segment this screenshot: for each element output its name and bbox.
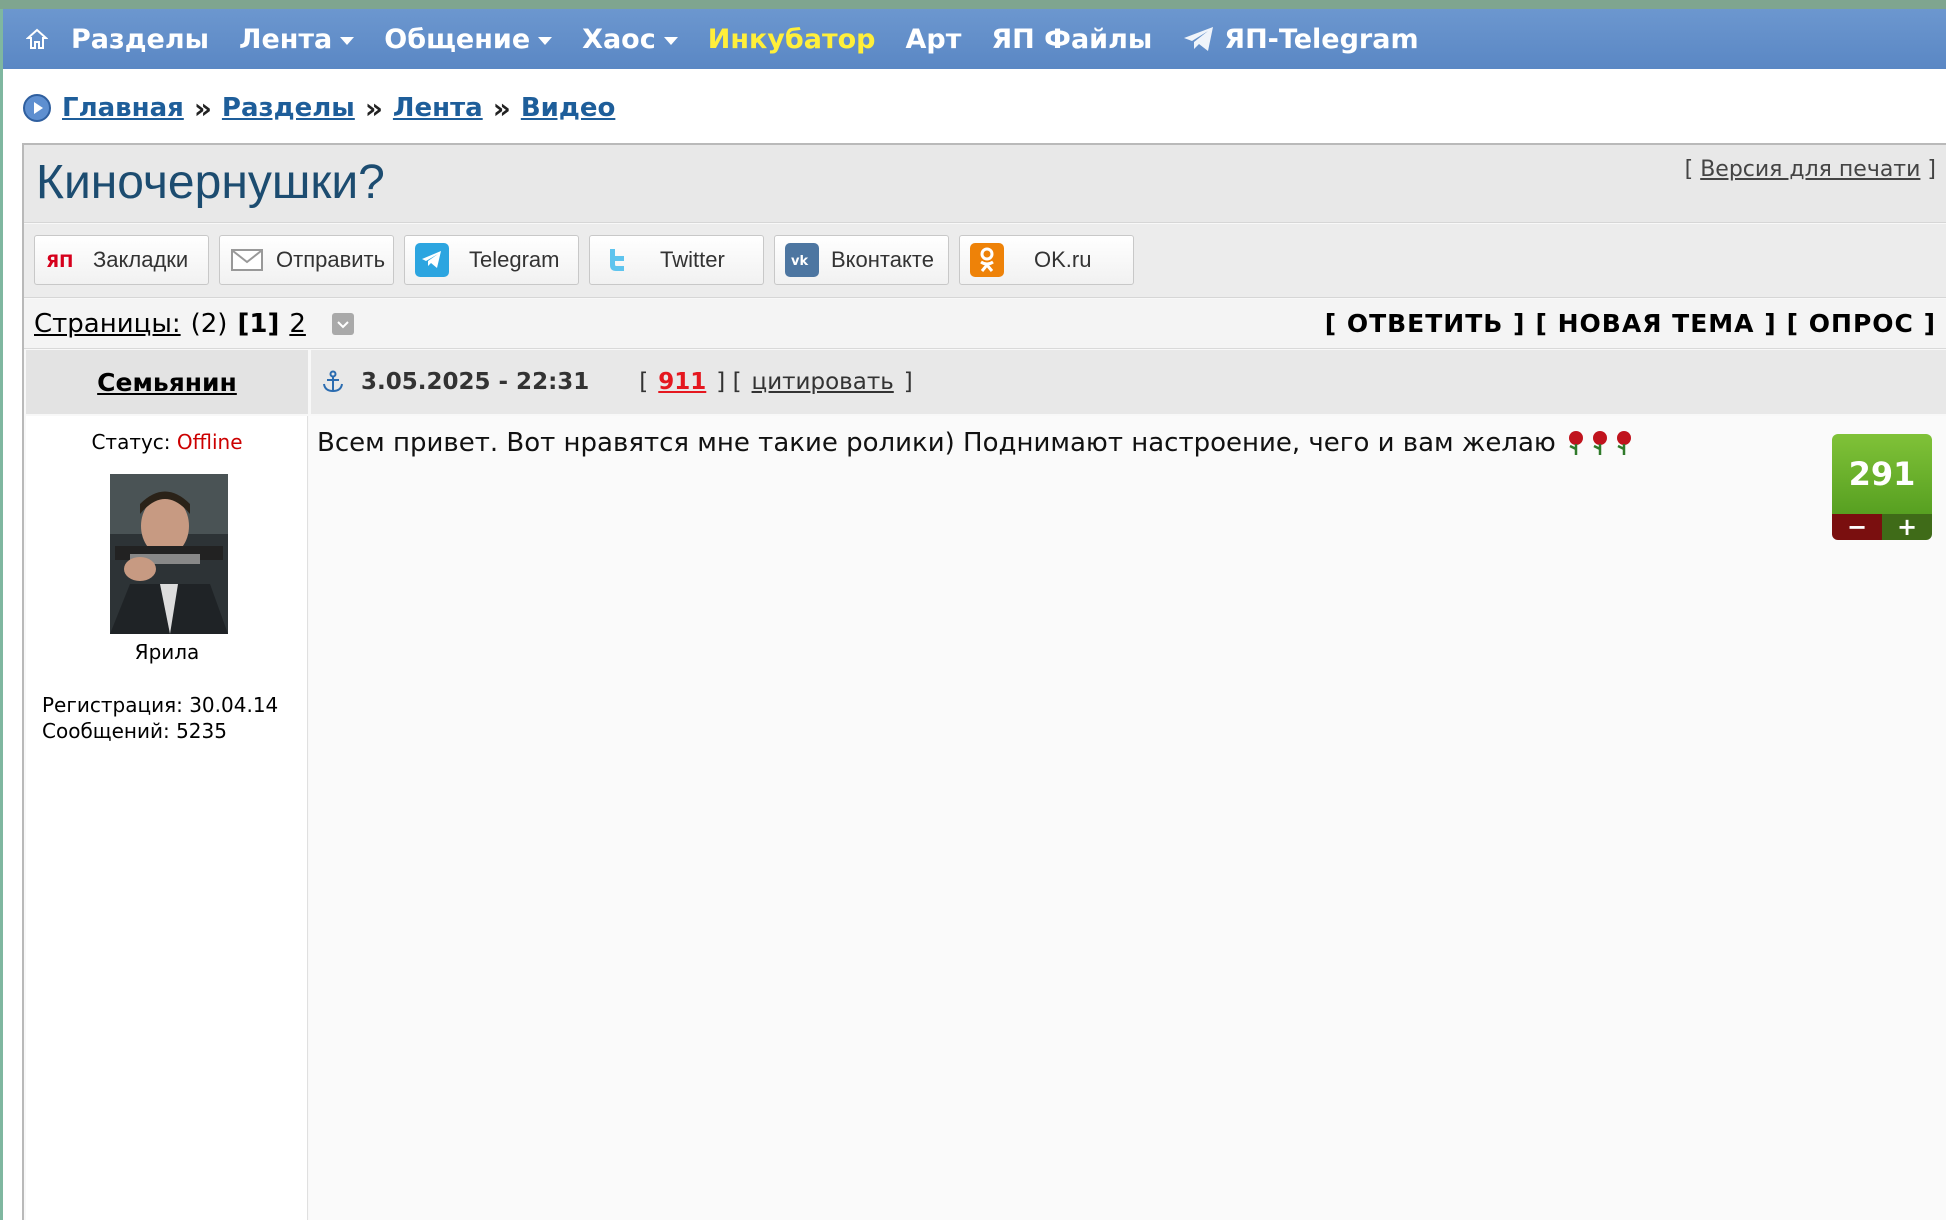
page-2-link[interactable]: 2 [289, 309, 306, 339]
vk-icon: vk [785, 243, 819, 277]
nav-inkubator-label: Инкубатор [707, 23, 876, 55]
home-icon[interactable] [3, 28, 71, 50]
user-stats: Регистрация: 30.04.14 Сообщений: 5235 [42, 692, 278, 744]
rose-icon [1616, 431, 1631, 455]
nav-razdely[interactable]: Разделы [71, 24, 209, 55]
topic-title-bar: Киночернушки? [ Версия для печати ] [24, 145, 1946, 223]
yap-icon: ЯП [45, 243, 81, 277]
share-twitter-button[interactable]: Twitter [589, 235, 764, 285]
anchor-icon[interactable] [321, 370, 345, 394]
rate-plus-button[interactable]: + [1882, 513, 1932, 541]
post-rating: 291 − + [1832, 434, 1932, 544]
rate-minus-button[interactable]: − [1832, 513, 1882, 541]
share-telegram-button[interactable]: Telegram [404, 235, 579, 285]
nav-lenta-label: Лента [239, 23, 333, 55]
nav-inkubator[interactable]: Инкубатор [708, 24, 876, 55]
nav-yap-files[interactable]: ЯП Файлы [991, 24, 1152, 55]
play-circle-icon [23, 94, 51, 122]
telegram-plane-icon [1184, 27, 1214, 51]
twitter-icon [600, 243, 634, 277]
breadcrumb: Главная » Разделы » Лента » Видео [22, 91, 616, 125]
share-telegram-label: Telegram [469, 247, 560, 272]
nav-obshchenie-label: Общение [384, 23, 531, 55]
svg-text:vk: vk [791, 254, 808, 268]
user-messages: Сообщений: 5235 [42, 719, 227, 743]
pages-label[interactable]: Страницы: [34, 309, 181, 339]
rating-controls: − + [1832, 513, 1932, 541]
nav-art[interactable]: Арт [906, 24, 962, 55]
share-bar: ЯП Закладки Отправить Telegram Twitter v… [24, 224, 1946, 298]
mail-icon [230, 243, 264, 277]
caret-down-icon [538, 36, 553, 45]
breadcrumb-separator: » [364, 91, 383, 125]
share-vk-label: Вконтакте [831, 247, 934, 272]
post-number-link[interactable]: 911 [658, 369, 706, 395]
share-bookmarks-label: Закладки [93, 247, 189, 272]
user-status: Статус: Offline [26, 430, 308, 454]
status-value: Offline [176, 430, 243, 454]
caret-down-icon [663, 36, 678, 45]
quote-link[interactable]: цитировать [752, 369, 894, 395]
user-title: Ярила [134, 640, 200, 664]
rose-icon [1568, 431, 1583, 455]
share-ok-label: OK.ru [1034, 247, 1092, 272]
nav-art-label: Арт [905, 23, 962, 55]
post-text: Всем привет. Вот нравятся мне такие роли… [317, 428, 1636, 458]
share-ok-button[interactable]: OK.ru [959, 235, 1134, 285]
svg-text:ЯП: ЯП [46, 252, 73, 270]
poll-button[interactable]: [ ОПРОС ] [1787, 309, 1936, 338]
breadcrumb-razdely[interactable]: Разделы [222, 93, 355, 123]
status-label: Статус: [91, 430, 171, 454]
post-body: Всем привет. Вот нравятся мне такие роли… [309, 416, 1946, 1220]
top-strip [0, 0, 1946, 9]
nav-razdely-label: Разделы [71, 23, 210, 55]
nav-obshchenie[interactable]: Общение [384, 23, 553, 55]
nav-yap-files-label: ЯП Файлы [991, 23, 1153, 55]
print-version-link[interactable]: Версия для печати [1700, 157, 1920, 182]
avatar[interactable] [110, 474, 228, 634]
breadcrumb-video[interactable]: Видео [521, 93, 616, 123]
post-meta-links: [911] [цитировать] [639, 369, 913, 395]
topic-container: Киночернушки? [ Версия для печати ] ЯП З… [22, 143, 1946, 1220]
nav-khaos[interactable]: Хаос [582, 24, 678, 55]
telegram-icon [415, 243, 449, 277]
new-topic-button[interactable]: [ НОВАЯ ТЕМА ] [1535, 309, 1776, 338]
pages-dropdown-icon[interactable] [331, 313, 354, 335]
breadcrumb-lenta[interactable]: Лента [393, 93, 483, 123]
post-meta: 3.05.2025 - 22:31 [911] [цитировать] [311, 350, 1946, 414]
share-twitter-label: Twitter [660, 247, 725, 272]
caret-down-icon [340, 36, 355, 45]
topic-actions: [ ОТВЕТИТЬ ] [ НОВАЯ ТЕМА ] [ ОПРОС ] [1315, 309, 1936, 338]
breadcrumb-home[interactable]: Главная [62, 93, 184, 123]
pages-total: (2) [190, 309, 228, 339]
nav-lenta[interactable]: Лента [239, 23, 355, 55]
roses-emoji [1564, 430, 1636, 456]
pagination: Страницы: (2) [1] 2 [34, 309, 354, 339]
rose-icon [1592, 431, 1607, 455]
reply-button[interactable]: [ ОТВЕТИТЬ ] [1325, 309, 1526, 338]
share-bookmarks-button[interactable]: ЯП Закладки [34, 235, 209, 285]
post-header: Семьянин 3.05.2025 - 22:31 [911] [цитиро… [26, 350, 1946, 414]
nav-khaos-label: Хаос [582, 23, 656, 55]
post-message: Всем привет. Вот нравятся мне такие роли… [317, 428, 1556, 458]
nav-yap-telegram[interactable]: ЯП-Telegram [1182, 23, 1419, 55]
user-registration: Регистрация: 30.04.14 [42, 693, 279, 717]
share-send-label: Отправить [276, 247, 386, 272]
page-current: [1] [237, 309, 280, 339]
breadcrumb-separator: » [193, 91, 212, 125]
share-send-button[interactable]: Отправить [219, 235, 394, 285]
main-navbar: Разделы Лента Общение Хаос Инкубатор Арт… [3, 9, 1946, 69]
print-version: [ Версия для печати ] [1684, 157, 1936, 182]
page-title: Киночернушки? [36, 156, 385, 209]
rating-value: 291 [1832, 434, 1932, 514]
share-vk-button[interactable]: vk Вконтакте [774, 235, 949, 285]
post-author[interactable]: Семьянин [26, 350, 308, 414]
post-date: 3.05.2025 - 22:31 [361, 369, 590, 395]
post-user-info: Статус: Offline Ярила Регистрация: 30.04… [26, 416, 308, 1220]
breadcrumb-separator: » [492, 91, 511, 125]
pagination-bar: Страницы: (2) [1] 2 [ ОТВЕТИТЬ ] [ НОВАЯ… [24, 299, 1946, 349]
page-left-border [0, 0, 3, 1220]
nav-yap-telegram-label: ЯП-Telegram [1224, 23, 1419, 55]
ok-icon [970, 243, 1004, 277]
